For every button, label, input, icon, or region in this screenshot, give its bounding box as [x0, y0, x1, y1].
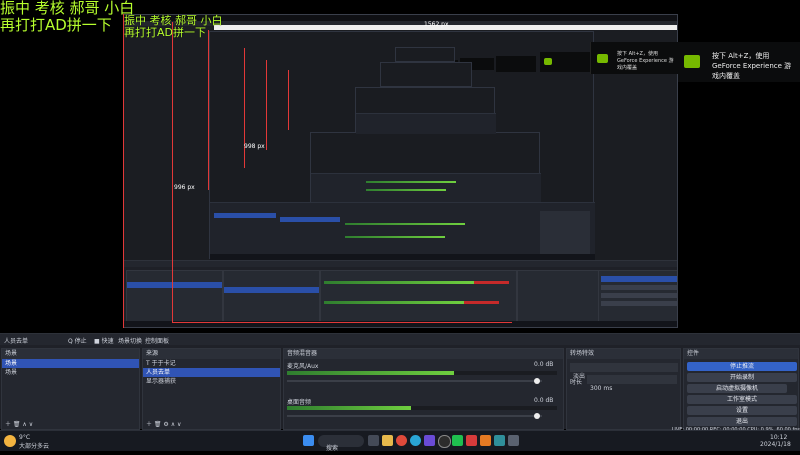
nested-preview-5	[380, 62, 472, 87]
scenes-panel: 场景 场景 场景 ＋ 🗑 ∧ ∨	[1, 348, 140, 430]
mixer-channel-0-name: 麦克风/Aux	[287, 363, 319, 370]
source-item-2[interactable]: 显示器捕获	[143, 377, 280, 386]
nvidia-toast: 按下 Alt+Z，使用 GeForce Experience 游戏内覆盖	[678, 42, 800, 82]
taskview-icon[interactable]	[368, 435, 379, 446]
guide-line-4	[244, 48, 245, 168]
app2-icon[interactable]	[494, 435, 505, 446]
app3-icon[interactable]	[508, 435, 519, 446]
game-icon[interactable]	[480, 435, 491, 446]
explorer-icon[interactable]	[382, 435, 393, 446]
px-label-top: 1562 px	[424, 21, 449, 28]
mixer-meter-0	[287, 371, 557, 375]
nested-preview-4	[355, 87, 496, 134]
nested-overlay-line2: 再打打AD拼一下	[124, 26, 206, 39]
weather-temp: 9°C	[19, 434, 31, 441]
mixer-channel-1-name: 桌面音频	[287, 399, 312, 406]
scene-add-icon[interactable]: ＋ 🗑 ∧ ∨	[5, 419, 33, 428]
duration-value: 300 ms	[590, 385, 613, 392]
tab-3[interactable]: 场景切换	[118, 336, 142, 345]
mixer-slider-1-handle[interactable]	[534, 413, 540, 419]
nested-preview-6	[395, 47, 455, 62]
nvidia-logo-icon	[684, 55, 700, 68]
edge-icon[interactable]	[410, 435, 421, 446]
search-placeholder: 搜索	[326, 445, 339, 452]
music-icon[interactable]	[466, 435, 477, 446]
mixer-slider-1[interactable]	[287, 415, 542, 417]
source-add-icon[interactable]: ＋ 🗑 ⚙ ∧ ∨	[146, 419, 181, 428]
scene-item-0[interactable]: 场景	[2, 359, 139, 368]
source-item-1[interactable]: 人员去单	[143, 368, 280, 377]
weather-icon	[4, 435, 16, 447]
guide-line-5	[266, 60, 267, 150]
nested-transitions	[517, 270, 599, 322]
nvidia-toast-text: 按下 Alt+Z，使用 GeForce Experience 游戏内覆盖	[712, 52, 792, 80]
mixer-channel-0-db: 0.0 dB	[534, 361, 554, 368]
mixer-panel: 音频混音器 麦克风/Aux 0.0 dB 桌面音频 0.0 dB	[283, 348, 564, 430]
nested-dock-2	[210, 202, 595, 261]
settings-button[interactable]: 设置	[687, 406, 797, 415]
guide-line-2	[172, 22, 173, 322]
studio-mode-button[interactable]: 工作室模式	[687, 395, 797, 404]
transitions-title: 转场特效	[567, 349, 680, 359]
tab-2[interactable]: ■ 快速	[94, 336, 114, 345]
source-item-0[interactable]: T 于于卡记	[143, 359, 280, 368]
nested-preview-3	[310, 132, 541, 204]
windows-icon[interactable]	[303, 435, 314, 446]
clock-date: 2024/1/18	[760, 441, 791, 448]
controls-title: 控件	[684, 349, 798, 359]
controls-panel: 控件 停止推流 开始录制 启动虚拟摄像机 工作室模式 设置 退出	[683, 348, 799, 430]
app-icon[interactable]	[424, 435, 435, 446]
taskbar: 9°C 大部分多云 搜索 10:12 2024/1/18	[0, 430, 800, 452]
chrome-icon[interactable]	[396, 435, 407, 446]
mixer-title: 音频混音器	[284, 349, 563, 359]
nested-controls	[598, 270, 677, 322]
obs-dock: 人员去单 Q 停止 ■ 快速 场景切换 控制面板 场景 场景 场景 ＋ 🗑 ∧ …	[0, 333, 800, 430]
tab-0[interactable]: 人员去单	[4, 336, 28, 345]
search-input[interactable]: 搜索	[318, 435, 364, 452]
mixer-slider-0-handle[interactable]	[534, 378, 540, 384]
dock-tab-strip: 人员去单 Q 停止 ■ 快速 场景切换 控制面板	[0, 334, 800, 345]
scene-item-1[interactable]: 场景	[2, 368, 139, 377]
scenes-title: 场景	[2, 349, 139, 359]
stop-stream-button[interactable]: 停止推流	[687, 362, 797, 371]
exit-button[interactable]: 退出	[687, 417, 797, 426]
mixer-meter-1	[287, 406, 557, 410]
tab-4[interactable]: 控制面板	[145, 336, 169, 345]
px-label-left: 996 px	[174, 184, 195, 191]
nested-sources	[223, 270, 320, 322]
nested-nvidia-toast-2	[496, 56, 536, 72]
sources-title: 来源	[143, 349, 280, 359]
mixer-slider-0[interactable]	[287, 380, 542, 382]
nvidia-toast-text-nested: 按下 Alt+Z，使用 GeForce Experience 游戏内覆盖	[617, 51, 674, 71]
guide-line-bottom	[172, 322, 512, 323]
obs-icon[interactable]	[438, 435, 451, 448]
transitions-panel: 转场特效 淡出 时长 300 ms	[566, 348, 681, 430]
sources-panel: 来源 T 于于卡记 人员去单 显示器捕获 ＋ 🗑 ⚙ ∧ ∨	[142, 348, 281, 430]
duration-label: 时长	[570, 379, 583, 386]
tab-1[interactable]: Q 停止	[68, 336, 87, 345]
nested-mixer	[320, 270, 517, 322]
virtual-camera-button[interactable]: 启动虚拟摄像机	[687, 384, 787, 393]
nested-dock-1	[124, 260, 677, 323]
nvidia-toast-nested: 按下 Alt+Z，使用 GeForce Experience 游戏内覆盖	[590, 42, 679, 74]
nested-scenes	[126, 270, 223, 322]
nvidia-logo-icon-small	[597, 54, 608, 63]
duration-input[interactable]: 300 ms	[587, 375, 677, 392]
start-record-button[interactable]: 开始录制	[687, 373, 797, 382]
overlay-line1: 振中 考核 郝哥 小白	[0, 0, 135, 17]
mixer-channel-1-db: 0.0 dB	[534, 397, 554, 404]
transition-type-select[interactable]: 淡出	[570, 363, 678, 380]
weather-text: 大部分多云	[19, 443, 50, 450]
px-label-mid: 998 px	[244, 143, 265, 150]
guide-line-left	[123, 14, 124, 328]
nested-nvidia-toast	[540, 52, 595, 72]
overlay-line2: 再打打AD拼一下	[0, 16, 112, 34]
guide-line-3	[208, 30, 209, 190]
wechat-icon[interactable]	[452, 435, 463, 446]
clock-time: 10:12	[770, 434, 788, 441]
guide-line-6	[288, 70, 289, 130]
